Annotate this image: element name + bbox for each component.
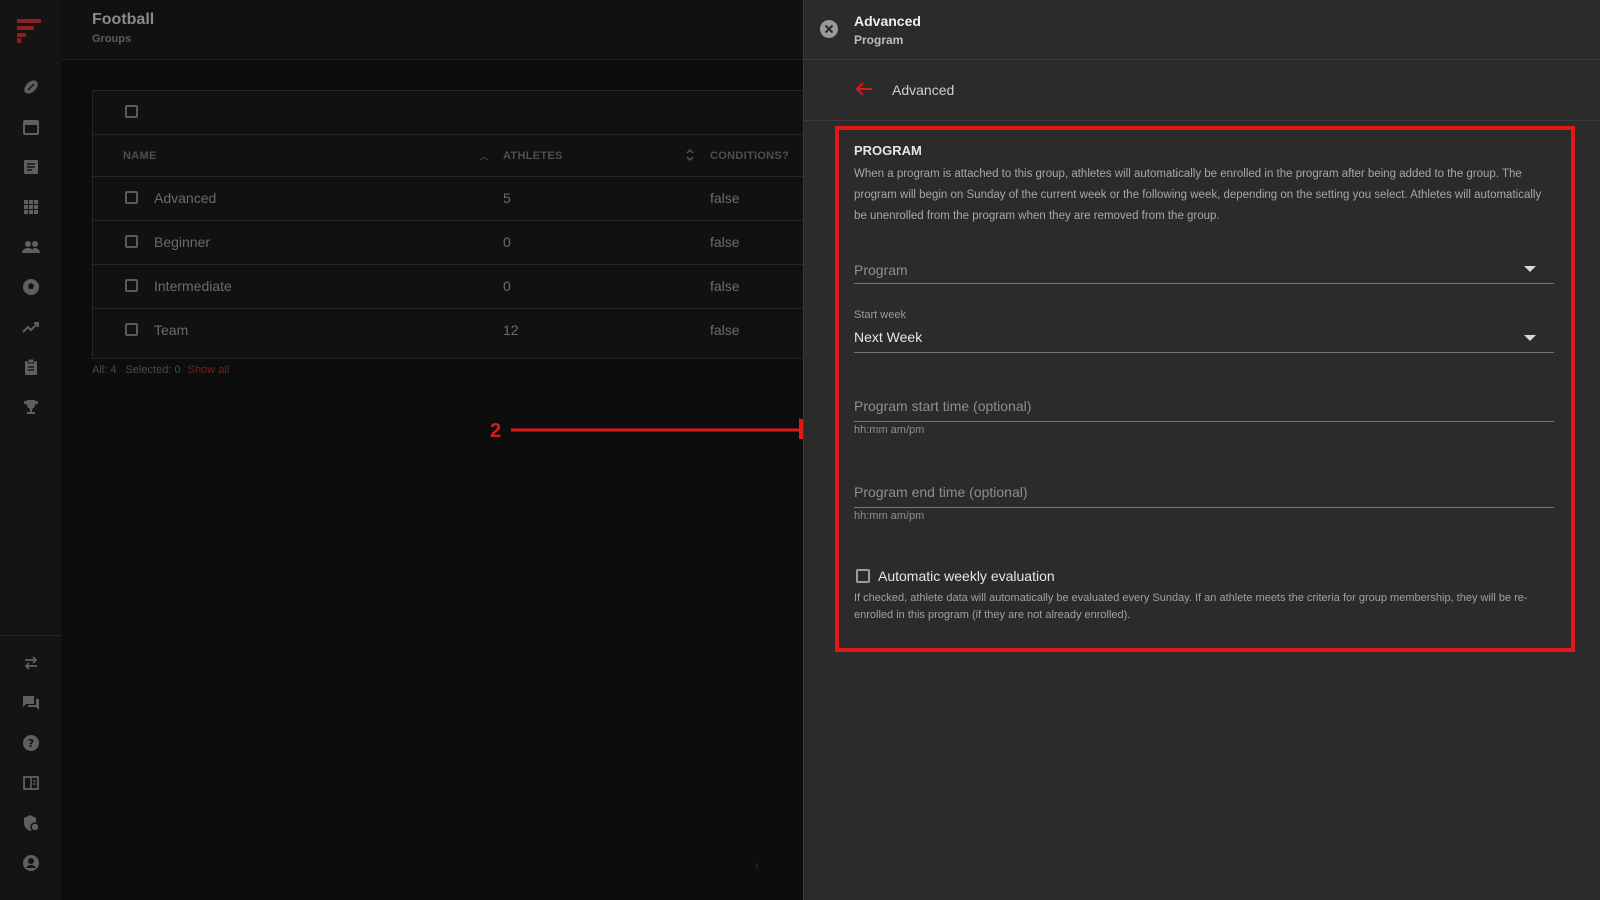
- auto-weekly-evaluation-label[interactable]: Automatic weekly evaluation: [878, 568, 1055, 584]
- row-name: Beginner: [154, 234, 211, 250]
- sort-asc-icon[interactable]: ︿: [479, 148, 489, 163]
- row-conditions: false: [710, 190, 740, 206]
- show-all-link[interactable]: Show all: [188, 364, 230, 376]
- chat-icon[interactable]: [18, 690, 44, 716]
- row-conditions: false: [710, 322, 740, 338]
- program-select[interactable]: Program: [854, 262, 908, 278]
- row-athletes: 0: [503, 278, 511, 294]
- end-time-helper: hh:mm am/pm: [854, 510, 925, 522]
- guide-icon[interactable]: [18, 770, 44, 796]
- football-icon[interactable]: [18, 74, 44, 100]
- page-subtitle: Groups: [92, 33, 132, 45]
- left-rail: ?: [0, 0, 62, 900]
- page-header: Football Groups: [61, 0, 803, 60]
- close-icon[interactable]: [819, 19, 839, 39]
- row-name: Team: [154, 322, 189, 338]
- clipboard-icon[interactable]: [18, 354, 44, 380]
- pagination-prev-icon[interactable]: ‹: [755, 858, 759, 872]
- end-time-underline: [854, 507, 1554, 508]
- row-checkbox[interactable]: [125, 191, 138, 204]
- section-title: PROGRAM: [854, 143, 922, 158]
- back-bar: Advanced: [804, 60, 1600, 121]
- program-select-underline: [854, 283, 1554, 284]
- row-athletes: 0: [503, 234, 511, 250]
- row-athletes: 5: [503, 190, 511, 206]
- row-checkbox[interactable]: [125, 235, 138, 248]
- row-checkbox[interactable]: [125, 279, 138, 292]
- people-icon[interactable]: [18, 234, 44, 260]
- swap-icon[interactable]: [18, 650, 44, 676]
- app-logo[interactable]: [16, 17, 44, 45]
- selected-count: Selected: 0: [125, 364, 181, 376]
- table-row[interactable]: Beginner 0 false: [93, 221, 804, 265]
- start-week-underline: [854, 352, 1554, 353]
- row-athletes: 12: [503, 322, 519, 338]
- start-time-helper: hh:mm am/pm: [854, 424, 925, 436]
- chevron-down-icon[interactable]: [1524, 335, 1536, 341]
- sort-toggle-icon[interactable]: [685, 148, 695, 167]
- group-drawer: Advanced Program Advanced PROGRAM When a…: [803, 0, 1600, 900]
- annotation-number: 2: [490, 420, 502, 442]
- column-header-conditions[interactable]: CONDITIONS?: [710, 150, 789, 162]
- drawer-title: Advanced: [854, 13, 921, 29]
- program-start-time-input[interactable]: Program start time (optional): [854, 398, 1031, 414]
- annotation-arrow-icon: [511, 418, 829, 439]
- drawer-subtitle: Program: [854, 33, 904, 47]
- chevron-down-icon[interactable]: [1524, 266, 1536, 272]
- drawer-header: Advanced Program: [804, 0, 1600, 60]
- groups-page: Football Groups NAME ︿ ATHLETES CONDITIO…: [61, 0, 804, 900]
- svg-text:?: ?: [28, 737, 34, 750]
- table-header-row: NAME ︿ ATHLETES CONDITIONS?: [93, 135, 804, 177]
- table-row[interactable]: Advanced 5 false: [93, 177, 804, 221]
- table-row[interactable]: Team 12 false: [93, 309, 804, 352]
- table-toolbar: [93, 91, 804, 135]
- row-checkbox[interactable]: [125, 323, 138, 336]
- row-conditions: false: [710, 278, 740, 294]
- row-name: Advanced: [154, 190, 217, 206]
- rail-divider: [0, 635, 61, 636]
- notes-icon[interactable]: [18, 154, 44, 180]
- total-count: All: 4: [92, 364, 117, 376]
- auto-weekly-evaluation-checkbox[interactable]: [856, 569, 870, 583]
- soccer-ball-icon[interactable]: [18, 274, 44, 300]
- calendar-icon[interactable]: [18, 114, 44, 140]
- trophy-icon[interactable]: [18, 394, 44, 420]
- column-header-name[interactable]: NAME: [123, 150, 157, 162]
- row-name: Intermediate: [154, 278, 232, 294]
- program-end-time-input[interactable]: Program end time (optional): [854, 484, 1028, 500]
- back-label: Advanced: [892, 82, 955, 98]
- table-row[interactable]: Intermediate 0 false: [93, 265, 804, 309]
- start-week-select[interactable]: Next Week: [854, 329, 922, 345]
- start-week-label: Start week: [854, 309, 906, 321]
- table-footer: All: 4 Selected: 0 Show all: [92, 364, 229, 376]
- back-arrow-icon[interactable]: [854, 80, 874, 103]
- security-icon[interactable]: [18, 810, 44, 836]
- page-title: Football: [92, 11, 155, 28]
- row-conditions: false: [710, 234, 740, 250]
- select-all-checkbox[interactable]: [125, 105, 138, 118]
- groups-table: NAME ︿ ATHLETES CONDITIONS? Advanced 5 f…: [92, 90, 804, 359]
- auto-weekly-evaluation-help: If checked, athlete data will automatica…: [854, 592, 1528, 621]
- grid-icon[interactable]: [18, 194, 44, 220]
- account-icon[interactable]: [18, 850, 44, 876]
- trending-icon[interactable]: [18, 314, 44, 340]
- section-description: When a program is attached to this group…: [854, 168, 1542, 222]
- help-icon[interactable]: ?: [18, 730, 44, 756]
- column-header-athletes[interactable]: ATHLETES: [503, 150, 563, 162]
- start-time-underline: [854, 421, 1554, 422]
